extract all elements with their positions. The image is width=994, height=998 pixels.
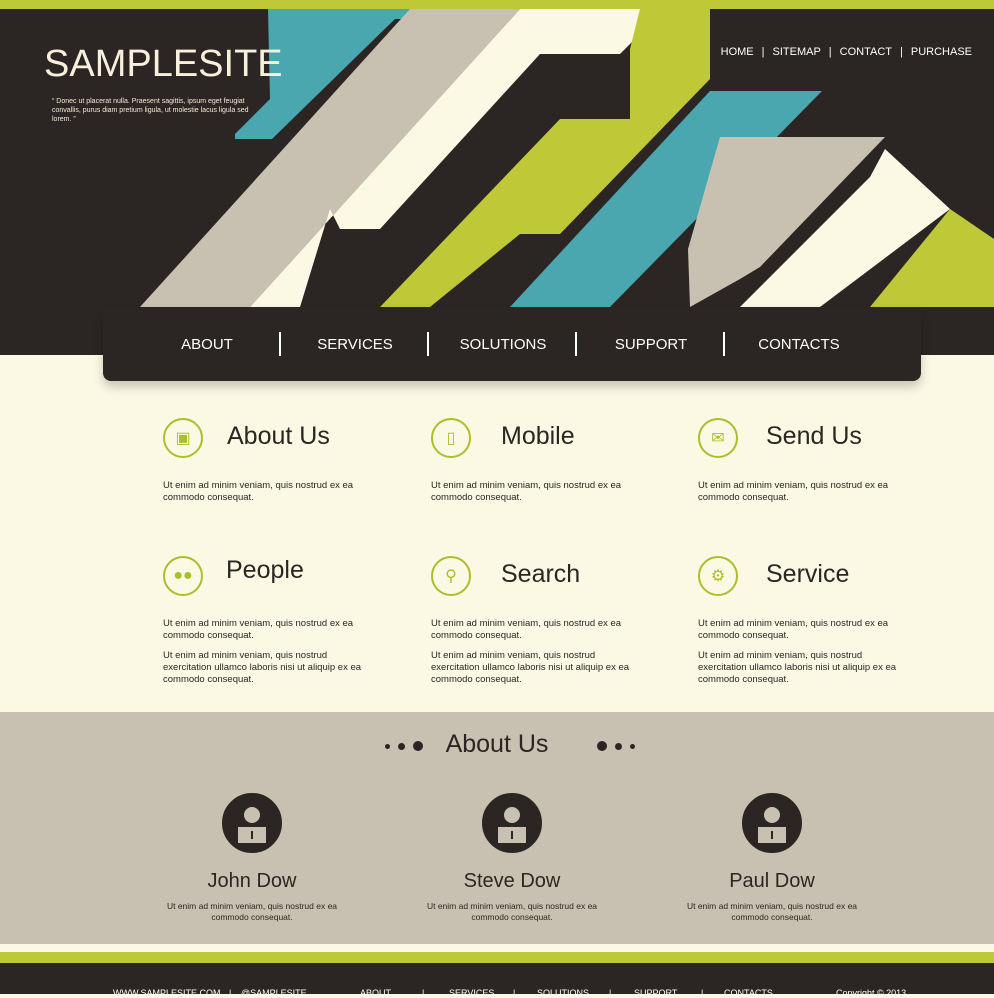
member-text: Ut enim ad minim veniam, quis nostrud ex… xyxy=(426,901,598,922)
feature-text: Ut enim ad minim veniam, quis nostrud ex… xyxy=(431,480,622,503)
member-text: Ut enim ad minim veniam, quis nostrud ex… xyxy=(686,901,858,922)
avatar xyxy=(739,790,805,856)
team-title: About Us xyxy=(445,730,549,758)
top-nav-purchase[interactable]: PURCHASE xyxy=(903,46,980,58)
feature-title: People xyxy=(226,556,304,584)
feature-text: Ut enim ad minim veniam, quis nostrud ex… xyxy=(163,618,354,641)
feature-text: Ut enim ad minim veniam, quis nostrud ex… xyxy=(163,480,354,503)
mobile-icon: ▯ xyxy=(431,418,471,458)
search-icon: ⚲ xyxy=(431,556,471,596)
feature-text-2: Ut enim ad minim veniam, quis nostrud ex… xyxy=(163,650,362,685)
team-member: John Dow Ut enim ad minim veniam, quis n… xyxy=(152,790,352,923)
feature-text: Ut enim ad minim veniam, quis nostrud ex… xyxy=(431,618,622,641)
top-accent-bar xyxy=(0,0,994,9)
feature-text: Ut enim ad minim veniam, quis nostrud ex… xyxy=(698,618,889,641)
mail-icon: ✉ xyxy=(698,418,738,458)
footer-handle[interactable]: @SAMPLESITE xyxy=(241,988,307,998)
top-nav-home[interactable]: HOME xyxy=(713,46,762,58)
footer-copyright: Copyright © 2013 xyxy=(836,988,907,998)
avatar xyxy=(479,790,545,856)
feature-title: Mobile xyxy=(501,422,575,450)
gear-icon: ⚙ xyxy=(698,556,738,596)
member-name: Paul Dow xyxy=(729,870,815,892)
tagline: “ Donec ut placerat nulla. Praesent sagi… xyxy=(52,98,249,123)
nav-contacts[interactable]: CONTACTS xyxy=(725,336,873,353)
feature-title: About Us xyxy=(227,422,330,450)
nav-services[interactable]: SERVICES xyxy=(281,331,429,356)
team-member: Steve Dow Ut enim ad minim veniam, quis … xyxy=(412,790,612,923)
top-nav-sitemap[interactable]: SITEMAP xyxy=(765,46,829,58)
member-text: Ut enim ad minim veniam, quis nostrud ex… xyxy=(166,901,338,922)
hero-banner: SAMPLESITE “ Donec ut placerat nulla. Pr… xyxy=(0,9,994,355)
book-icon: ▣ xyxy=(163,418,203,458)
team-member: Paul Dow Ut enim ad minim veniam, quis n… xyxy=(672,790,872,923)
nav-about[interactable]: ABOUT xyxy=(133,331,281,356)
main-nav: ABOUT SERVICES SOLUTIONS SUPPORT CONTACT… xyxy=(103,307,921,381)
nav-support[interactable]: SUPPORT xyxy=(577,331,725,356)
footer-nav-about[interactable]: ABOUT xyxy=(360,988,391,998)
feature-text-2: Ut enim ad minim veniam, quis nostrud ex… xyxy=(698,650,897,685)
top-nav-contact[interactable]: CONTACT xyxy=(832,46,900,58)
footer-nav-contacts[interactable]: CONTACTS xyxy=(724,988,773,998)
footer-nav-support[interactable]: SUPPORT xyxy=(634,988,677,998)
avatar xyxy=(219,790,285,856)
footer-site[interactable]: WWW.SAMPLESITE.COM xyxy=(113,988,221,998)
site-logo[interactable]: SAMPLESITE xyxy=(44,43,283,86)
people-icon: ●● xyxy=(163,556,203,596)
member-name: John Dow xyxy=(207,870,297,892)
feature-text: Ut enim ad minim veniam, quis nostrud ex… xyxy=(698,480,889,503)
footer-nav-services[interactable]: SERVICES xyxy=(449,988,494,998)
feature-text-2: Ut enim ad minim veniam, quis nostrud ex… xyxy=(431,650,630,685)
footer: WWW.SAMPLESITE.COM | @SAMPLESITE ABOUT |… xyxy=(0,963,994,998)
dots-right-icon xyxy=(597,741,635,751)
member-name: Steve Dow xyxy=(463,870,561,892)
top-nav: HOME | SITEMAP | CONTACT | PURCHASE xyxy=(713,46,980,58)
nav-solutions[interactable]: SOLUTIONS xyxy=(429,331,577,356)
feature-title: Send Us xyxy=(766,422,862,450)
footer-accent-bar xyxy=(0,952,994,963)
footer-nav-solutions[interactable]: SOLUTIONS xyxy=(537,988,589,998)
feature-title: Search xyxy=(501,560,581,588)
feature-title: Service xyxy=(766,560,850,588)
